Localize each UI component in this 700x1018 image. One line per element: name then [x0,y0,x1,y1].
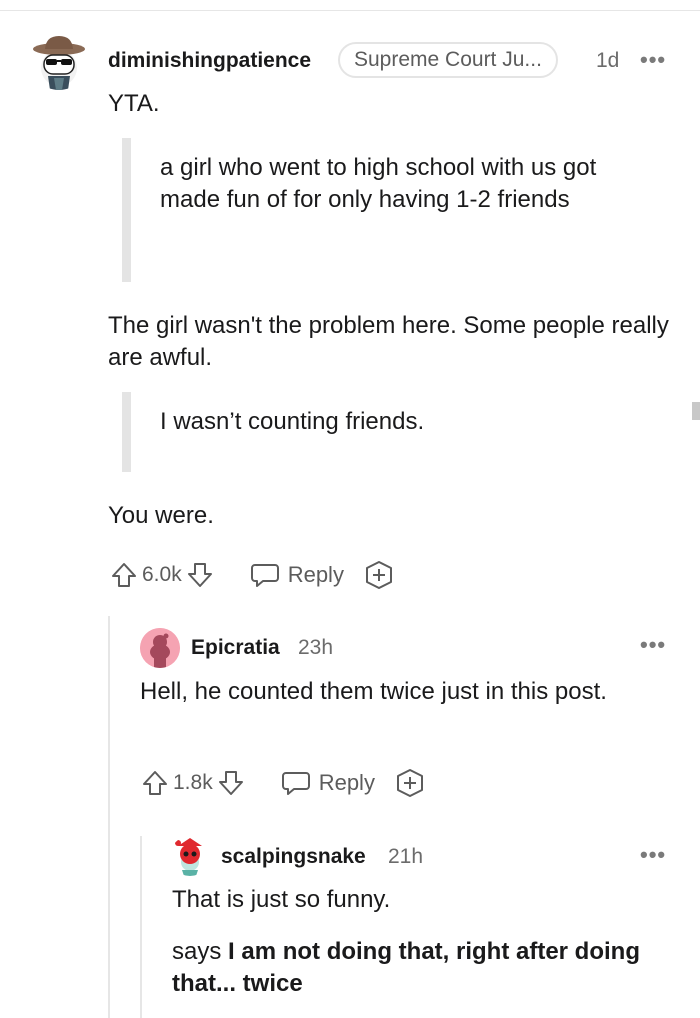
timestamp: 21h [388,845,424,868]
more-options-icon[interactable]: ••• [640,47,666,73]
downvote-arrow-icon[interactable] [217,769,245,797]
blockquote: a girl who went to high school with us g… [122,138,642,282]
add-award-icon[interactable] [364,560,394,590]
reply-button[interactable]: Reply [281,769,375,797]
comment-text-bold: I am not doing that, right after doing t… [172,938,640,997]
comment-actions: 6.0k Reply [110,560,394,590]
comment-text: You were. [108,502,214,529]
upvote-arrow-icon[interactable] [141,769,169,797]
username[interactable]: Epicratia [191,636,280,660]
comment-text: The girl wasn't the problem here. Some p… [108,312,669,371]
blockquote: I wasn’t counting friends. [122,392,642,472]
speech-bubble-icon [281,772,310,795]
comment-text-plain: says [172,938,229,965]
username[interactable]: scalpingsnake [221,845,366,869]
reply-label: Reply [318,770,375,795]
vote-count: 6.0k [142,563,182,586]
top-divider [0,10,700,11]
avatar[interactable] [30,32,88,90]
snoo-red-hat-avatar-icon [175,838,202,876]
comment-actions: 1.8k Reply [141,768,425,798]
username[interactable]: diminishingpatience [108,49,311,73]
avatar[interactable] [170,836,210,876]
add-award-icon[interactable] [395,768,425,798]
timestamp: 1d [596,49,620,72]
avatar[interactable] [140,628,180,668]
comment-text: YTA. [108,90,160,117]
reply-label: Reply [287,562,344,587]
comment-text: That is just so funny. [172,886,391,913]
reply-button[interactable]: Reply [250,561,344,589]
timestamp: 23h [298,636,334,659]
comment-text: Hell, he counted them twice just in this… [140,678,607,705]
thread-line[interactable] [140,836,142,1018]
snoo-default-avatar-icon [140,628,180,668]
downvote-arrow-icon[interactable] [186,561,214,589]
scrollbar-thumb[interactable] [692,402,700,420]
thread-line[interactable] [108,616,110,1018]
more-options-icon[interactable]: ••• [640,632,666,658]
snoo-cowboy-avatar-icon [33,36,85,90]
vote-count: 1.8k [173,771,213,794]
upvote-arrow-icon[interactable] [110,561,138,589]
more-options-icon[interactable]: ••• [640,842,666,868]
comment-text: says I am not doing that, right after do… [172,936,642,1000]
user-flair: Supreme Court Ju... [338,42,558,78]
speech-bubble-icon [250,564,279,587]
